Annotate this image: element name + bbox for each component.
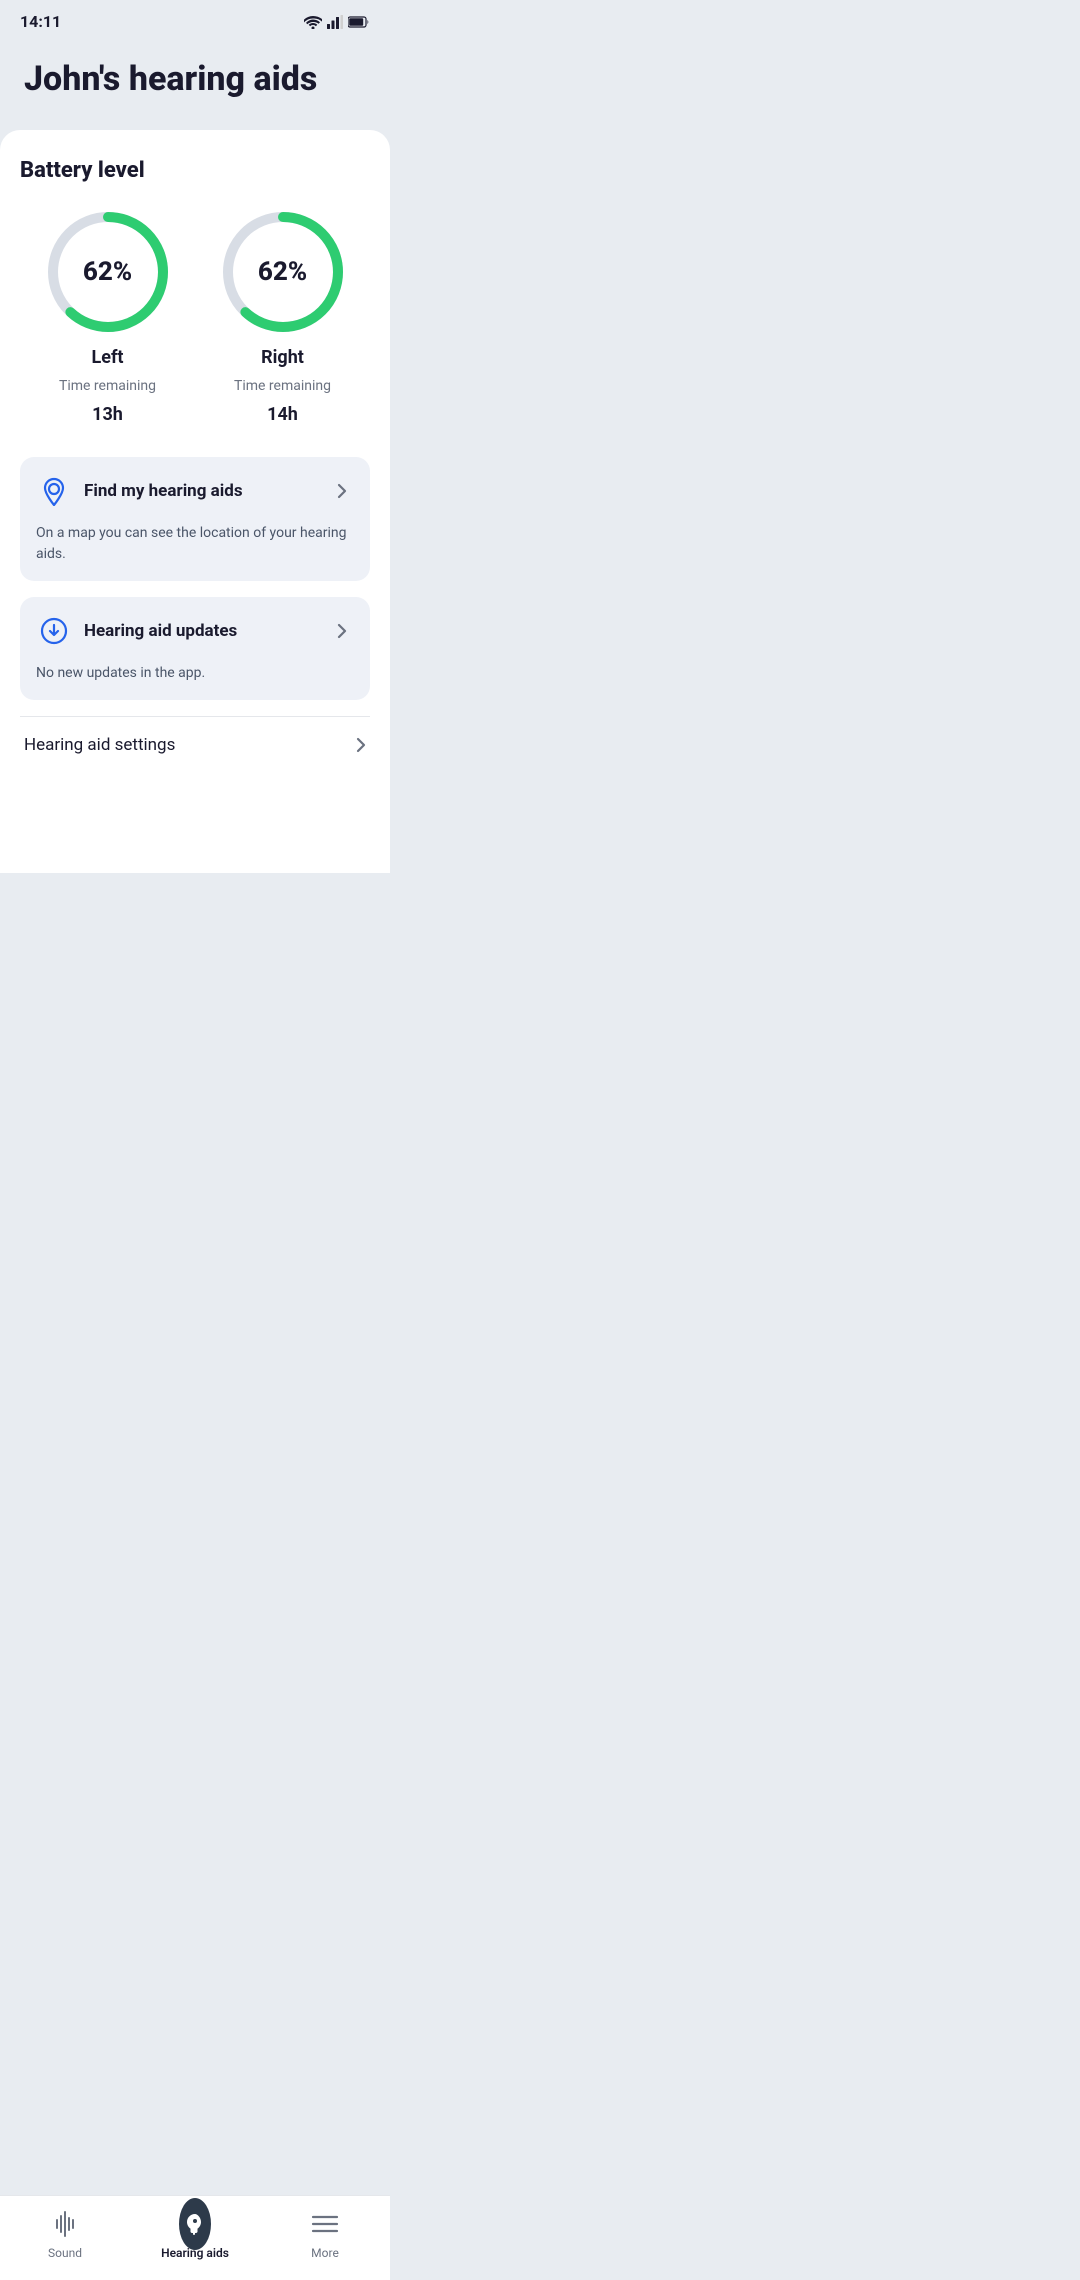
find-card-body: On a map you can see the location of you…	[20, 523, 370, 581]
battery-ring-left: 62%	[43, 207, 173, 337]
battery-remaining-left: Time remaining	[59, 378, 156, 394]
download-icon	[36, 613, 72, 649]
battery-icon	[348, 16, 370, 28]
nav-hearing-aids[interactable]: Hearing aids	[130, 2208, 260, 2260]
more-icon	[309, 2208, 341, 2240]
battery-label-left: Left	[92, 347, 124, 368]
battery-percent-right: 62%	[258, 257, 307, 287]
battery-ring-right: 62%	[218, 207, 348, 337]
sound-icon	[49, 2208, 81, 2240]
battery-row: 62% Left Time remaining 13h 62% Right Ti…	[20, 207, 370, 425]
updates-card-title: Hearing aid updates	[84, 621, 237, 641]
battery-remaining-right: Time remaining	[234, 378, 331, 394]
wifi-icon	[304, 15, 322, 29]
find-hearing-aids-card[interactable]: Find my hearing aids On a map you can se…	[20, 457, 370, 581]
find-card-header[interactable]: Find my hearing aids	[20, 457, 370, 523]
more-label: More	[311, 2246, 339, 2260]
page-header: John's hearing aids	[0, 39, 390, 130]
hearing-aids-icon-bg	[179, 2198, 211, 2250]
battery-label-right: Right	[261, 347, 304, 368]
settings-chevron-icon	[356, 737, 366, 753]
status-icons	[304, 15, 370, 29]
sound-label: Sound	[48, 2246, 82, 2260]
location-pin-icon	[36, 473, 72, 509]
battery-percent-left: 62%	[83, 257, 132, 287]
nav-more[interactable]: More	[260, 2208, 390, 2260]
battery-section-title: Battery level	[20, 158, 370, 183]
battery-time-left: 13h	[92, 404, 123, 425]
battery-left: 62% Left Time remaining 13h	[43, 207, 173, 425]
status-bar: 14:11	[0, 0, 390, 39]
main-card: Battery level 62% Left Time remaining 13…	[0, 130, 390, 873]
battery-time-right: 14h	[267, 404, 298, 425]
nav-sound[interactable]: Sound	[0, 2208, 130, 2260]
signal-icon	[327, 15, 343, 29]
page-title: John's hearing aids	[24, 59, 366, 100]
updates-card-chevron	[330, 619, 354, 643]
updates-card-header[interactable]: Hearing aid updates	[20, 597, 370, 663]
find-card-title: Find my hearing aids	[84, 481, 243, 501]
hearing-aids-label: Hearing aids	[161, 2246, 229, 2260]
updates-card-body: No new updates in the app.	[20, 663, 370, 700]
find-card-chevron	[330, 479, 354, 503]
battery-right: 62% Right Time remaining 14h	[218, 207, 348, 425]
settings-row-label: Hearing aid settings	[24, 735, 175, 755]
status-time: 14:11	[20, 12, 61, 31]
settings-row[interactable]: Hearing aid settings	[20, 716, 370, 773]
bottom-nav: Sound Hearing aids More	[0, 2195, 390, 2280]
hearing-updates-card[interactable]: Hearing aid updates No new updates in th…	[20, 597, 370, 700]
